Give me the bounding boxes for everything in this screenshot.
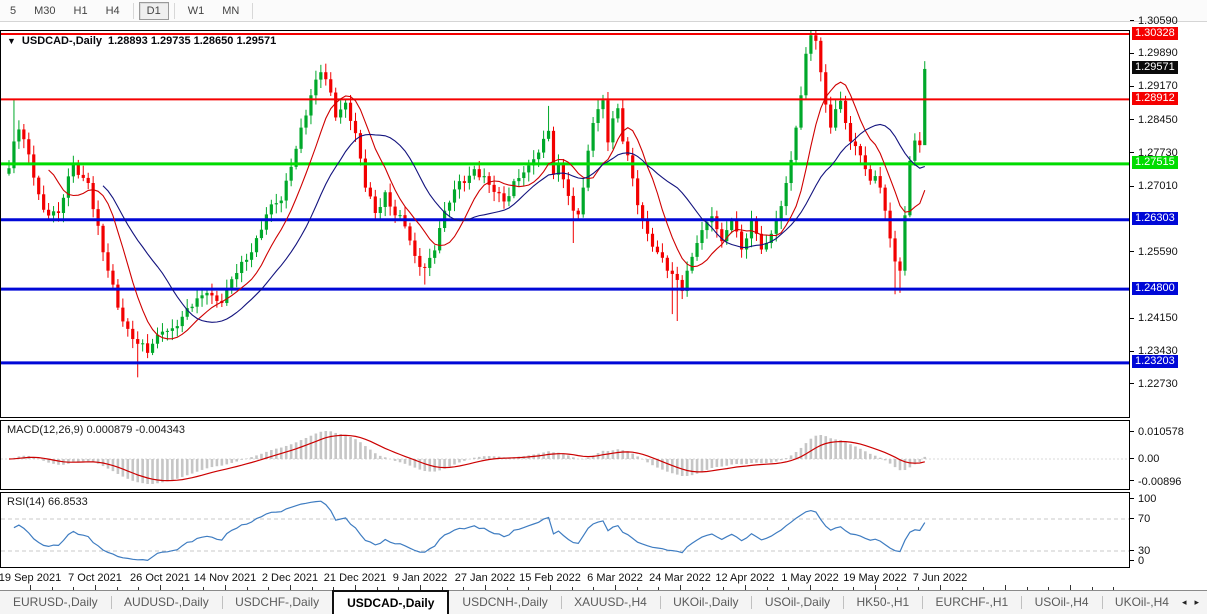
main-chart-panel[interactable]: ▼ USDCAD-,Daily 1.28893 1.29735 1.28650 … — [0, 30, 1130, 418]
tab-eurchf-h1[interactable]: EURCHF-,H1 — [923, 591, 1022, 614]
date-axis-label: 14 Nov 2021 — [194, 572, 256, 584]
symbol-name: USDCAD-,Daily — [22, 35, 102, 47]
level-price-badge: 1.23203 — [1132, 355, 1178, 368]
tab-audusd-daily[interactable]: AUDUSD-,Daily — [111, 591, 222, 614]
tabs-scroll-right-icon[interactable]: ▸ — [1194, 597, 1199, 608]
axis-tick-mark — [1130, 86, 1134, 87]
macd-axis-label: -0.00896 — [1138, 476, 1181, 488]
axis-tick-mark — [1130, 53, 1134, 54]
axis-tick-mark — [1130, 560, 1134, 561]
tab-ukoil-h4[interactable]: UKOil-,H4 — [1102, 591, 1182, 614]
axis-tick-mark — [1130, 431, 1134, 432]
timeframe-button-h4[interactable]: H4 — [98, 2, 128, 20]
timeframe-button-w1[interactable]: W1 — [180, 2, 213, 20]
price-axis-label: 1.22730 — [1138, 378, 1178, 390]
date-axis-label: 24 Mar 2022 — [649, 572, 711, 584]
tab-usoil-h4[interactable]: USOil-,H4 — [1022, 591, 1102, 614]
rsi-panel[interactable]: RSI(14) 66.8533 — [0, 492, 1130, 568]
tabs-scroll-left-icon[interactable]: ◂ — [1182, 597, 1187, 608]
axis-tick-mark — [1130, 119, 1134, 120]
price-axis[interactable]: 1.305901.298901.291701.284501.277301.270… — [1130, 22, 1207, 590]
date-axis-label: 26 Oct 2021 — [130, 572, 190, 584]
timeframe-toolbar: 5M30H1H4 D1 W1MN — [0, 0, 1207, 22]
tab-hk50-h1[interactable]: HK50-,H1 — [844, 591, 923, 614]
rsi-axis-label: 70 — [1138, 513, 1150, 525]
tab-xauusd-h4[interactable]: XAUUSD-,H4 — [561, 591, 660, 614]
price-axis-label: 1.28450 — [1138, 114, 1178, 126]
chart-title: ▼ USDCAD-,Daily 1.28893 1.29735 1.28650 … — [7, 35, 276, 47]
tab-usdcnh-daily[interactable]: USDCNH-,Daily — [449, 591, 560, 614]
axis-tick-mark — [1130, 186, 1134, 187]
macd-axis-label: 0.010578 — [1138, 426, 1184, 438]
rsi-axis-label: 100 — [1138, 493, 1156, 505]
macd-panel[interactable]: MACD(12,26,9) 0.000879 -0.004343 — [0, 420, 1130, 490]
axis-tick-mark — [1130, 20, 1134, 21]
tab-usoil-daily[interactable]: USOil-,Daily — [752, 591, 843, 614]
timeframe-button-h1[interactable]: H1 — [66, 2, 96, 20]
tab-usdcad-daily[interactable]: USDCAD-,Daily — [332, 590, 449, 614]
rsi-label: RSI(14) 66.8533 — [7, 496, 88, 508]
date-axis-label: 15 Feb 2022 — [519, 572, 581, 584]
date-axis-label: 6 Mar 2022 — [587, 572, 643, 584]
toolbar-separator — [252, 3, 253, 19]
date-axis-label: 2 Dec 2021 — [262, 572, 318, 584]
toolbar-separator — [174, 3, 175, 19]
tab-eurusd-daily[interactable]: EURUSD-,Daily — [0, 591, 111, 614]
level-price-badge: 1.24800 — [1132, 282, 1178, 295]
chart-area: ▼ USDCAD-,Daily 1.28893 1.29735 1.28650 … — [0, 22, 1207, 590]
axis-tick-mark — [1130, 498, 1134, 499]
axis-tick-mark — [1130, 383, 1134, 384]
date-axis-label: 7 Oct 2021 — [68, 572, 122, 584]
ohlc-values: 1.28893 1.29735 1.28650 1.29571 — [108, 35, 276, 47]
axis-tick-mark — [1130, 251, 1134, 252]
timeframe-button-mn[interactable]: MN — [214, 2, 247, 20]
date-axis-label: 9 Jan 2022 — [393, 572, 447, 584]
price-axis-label: 1.29170 — [1138, 80, 1178, 92]
candlestick-chart[interactable] — [1, 31, 1129, 417]
price-axis-label: 1.30590 — [1138, 15, 1178, 27]
tab-usdchf-daily[interactable]: USDCHF-,Daily — [222, 591, 332, 614]
macd-axis-label: 0.00 — [1138, 453, 1159, 465]
timeframe-button-m30[interactable]: M30 — [26, 2, 63, 20]
price-axis-label: 1.27010 — [1138, 180, 1178, 192]
price-axis-label: 1.25590 — [1138, 246, 1178, 258]
axis-tick-mark — [1130, 351, 1134, 352]
date-axis-label: 21 Dec 2021 — [324, 572, 386, 584]
level-price-badge: 1.28912 — [1132, 92, 1178, 105]
timeframe-button-5[interactable]: 5 — [2, 2, 24, 20]
date-axis[interactable]: 19 Sep 2021 7 Oct 2021 26 Oct 2021 14 Nov 2… — [0, 568, 1207, 590]
macd-label: MACD(12,26,9) 0.000879 -0.004343 — [7, 424, 185, 436]
level-price-badge: 1.26303 — [1132, 212, 1178, 225]
price-axis-label: 1.29890 — [1138, 47, 1178, 59]
axis-tick-mark — [1130, 318, 1134, 319]
level-price-badge: 1.27515 — [1132, 156, 1178, 169]
axis-tick-mark — [1130, 458, 1134, 459]
axis-tick-mark — [1130, 152, 1134, 153]
symbol-tabbar: EURUSD-,DailyAUDUSD-,DailyUSDCHF-,DailyU… — [0, 590, 1207, 614]
level-price-badge: 1.30328 — [1132, 27, 1178, 40]
date-axis-label: 1 May 2022 — [781, 572, 838, 584]
date-axis-label: 19 May 2022 — [843, 572, 907, 584]
timeframe-button-d1[interactable]: D1 — [139, 2, 169, 20]
axis-tick-mark — [1130, 480, 1134, 481]
rsi-chart[interactable] — [1, 493, 1129, 567]
rsi-axis-label: 0 — [1138, 555, 1144, 567]
date-axis-label: 12 Apr 2022 — [715, 572, 774, 584]
tab-ukoil-daily[interactable]: UKOil-,Daily — [660, 591, 751, 614]
date-axis-label: 19 Sep 2021 — [0, 572, 61, 584]
axis-tick-mark — [1130, 550, 1134, 551]
current-price-badge: 1.29571 — [1132, 61, 1178, 74]
date-axis-label: 27 Jan 2022 — [455, 572, 516, 584]
price-axis-label: 1.24150 — [1138, 312, 1178, 324]
chevron-down-icon: ▼ — [7, 36, 16, 46]
axis-tick-mark — [1130, 518, 1134, 519]
toolbar-separator — [133, 3, 134, 19]
date-axis-label: 7 Jun 2022 — [913, 572, 967, 584]
